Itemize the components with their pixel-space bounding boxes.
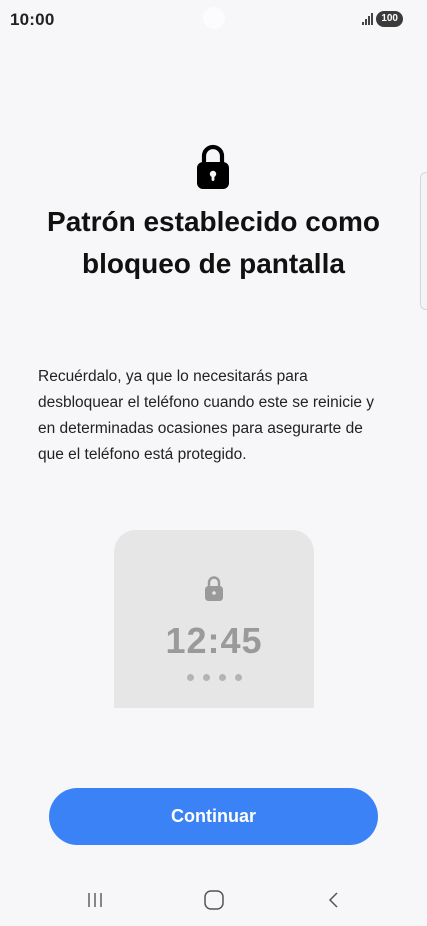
battery-icon: 100 <box>376 11 403 27</box>
page-title: Patrón establecido como bloqueo de panta… <box>0 201 427 285</box>
preview-pin-dots <box>114 674 314 681</box>
status-icons: 100 <box>362 11 403 27</box>
lock-icon <box>197 144 229 189</box>
home-icon <box>204 890 224 910</box>
signal-icon <box>362 13 374 25</box>
page-title-line-2: bloqueo de pantalla <box>82 248 345 279</box>
continue-button[interactable]: Continuar <box>49 788 378 845</box>
preview-clock: 12:45 <box>165 620 263 661</box>
home-button[interactable] <box>194 880 234 920</box>
pin-dot <box>186 674 194 681</box>
back-button[interactable] <box>314 880 354 920</box>
description-text: Recuérdalo, ya que lo necesitarás para d… <box>38 368 375 463</box>
pin-dot <box>234 674 242 681</box>
page-title-line-1: Patrón establecido como <box>47 206 380 237</box>
status-time: 10:00 <box>10 10 55 29</box>
pin-dot <box>218 674 226 681</box>
lock-screen-preview: 12:45 <box>114 530 314 708</box>
navigation-bar <box>0 880 427 920</box>
camera-cutout <box>203 7 225 29</box>
status-bar: 10:00 100 <box>0 0 427 40</box>
pin-dot <box>202 674 210 681</box>
recents-button[interactable] <box>75 880 115 920</box>
back-icon <box>328 892 338 908</box>
recents-icon <box>88 893 102 907</box>
preview-lock-icon <box>205 576 223 601</box>
